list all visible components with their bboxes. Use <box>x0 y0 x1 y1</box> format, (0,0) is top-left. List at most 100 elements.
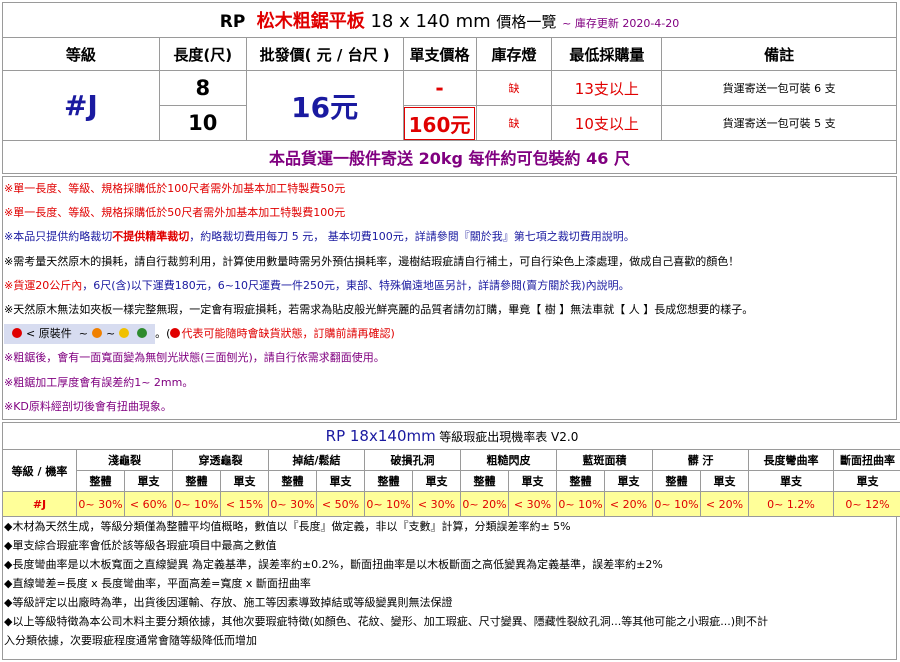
defect-value: 0~ 10% <box>172 491 221 517</box>
defect-title-suffix: 等級瑕疵出現機率表 V2.0 <box>439 430 579 444</box>
product-dimensions: 18 x 140 mm <box>370 11 491 32</box>
min-qty-cell: 10支以上 <box>551 105 663 141</box>
yellow-dot-icon <box>119 328 130 339</box>
column-headers: 等級 長度(尺) 批發價( 元 / 台尺 ) 單支價格 庫存燈 最低採購量 備註 <box>2 37 897 71</box>
product-name: 松木粗鋸平板 <box>256 11 365 32</box>
shipping-note: 本品貨運一般件寄送 20kg 每件約可包裝約 46 尺 <box>2 140 897 174</box>
footnote-line: 入分類依據，次要瑕疵程度通常會隨等級降低而增加 <box>4 634 257 647</box>
defect-value: < 30% <box>412 491 461 517</box>
sub-header-whole: 整體 <box>76 470 125 492</box>
unit-price-cell: - <box>402 70 477 106</box>
sub-header-single: 單支 <box>412 470 461 492</box>
defect-category: 斷面扭曲率 <box>833 449 900 471</box>
defect-category: 髒 汙 <box>652 449 749 471</box>
defect-value-row: #J 0~ 30% < 60% 0~ 10% < 15% 0~ 30% < 50… <box>2 491 900 517</box>
defect-row-label: 等級 / 機率 <box>2 449 77 492</box>
title-suffix: 價格一覽 <box>496 13 557 31</box>
col-header-wholesale: 批發價( 元 / 台尺 ) <box>245 37 404 71</box>
defect-category: 掉結/鬆結 <box>268 449 365 471</box>
note-text: ※本品只提供約略裁切 <box>4 230 113 244</box>
note-line: ※天然原木無法如夾板一樣完整無瑕，一定會有瑕疵損耗，若需求為貼皮般光鮮亮麗的品質… <box>4 302 754 316</box>
sub-header-single: 單支 <box>604 470 653 492</box>
legend-tilde: ~ <box>78 327 88 341</box>
defect-value: < 20% <box>604 491 653 517</box>
defect-table-title: RP 18x140mm 等級瑕疵出現機率表 V2.0 <box>2 422 900 450</box>
note-line: ※需考量天然原木的損耗，請自行裁剪利用，計算使用數量時需另外預估損耗率，邊樹結瑕… <box>4 254 740 268</box>
defect-category: 穿透龜裂 <box>172 449 269 471</box>
defect-table: RP 18x140mm 等級瑕疵出現機率表 V2.0 等級 / 機率 淺龜裂 穿… <box>2 422 900 517</box>
sub-header-single: 單支 <box>833 470 900 492</box>
defect-value: 0~ 10% <box>652 491 701 517</box>
sub-header-single: 單支 <box>748 470 834 492</box>
defect-value: 0~ 10% <box>556 491 605 517</box>
update-date: ~ 庫存更新 2020-4-20 <box>562 17 680 30</box>
note-line: ※粗鋸加工厚度會有誤差約1~ 2mm。 <box>4 375 194 389</box>
red-dot-icon <box>170 328 181 339</box>
note-line: ※貨運20公斤內，6尺(含)以下運費180元，6~10尺運費一件250元，東部、… <box>3 274 896 298</box>
defect-value: 0~ 10% <box>364 491 413 517</box>
note-line: ※本品只提供約略裁切不提供精準裁切，約略裁切費用每刀 5 元， 基本切費100元… <box>3 225 896 249</box>
grade-cell: #J <box>2 70 160 141</box>
price-table: RP 松木粗鋸平板 18 x 140 mm 價格一覽 ~ 庫存更新 2020-4… <box>2 2 897 174</box>
length-cell: 8 <box>158 70 247 106</box>
remark-cell: 貨運寄送一包可裝 6 支 <box>661 70 897 106</box>
footnote-line: ◆直線彎差=長度 x 長度彎曲率，平面高差=寬度 x 斷面扭曲率 <box>4 577 311 590</box>
min-qty-cell: 13支以上 <box>551 70 663 106</box>
defect-value: < 30% <box>508 491 557 517</box>
defect-value: < 50% <box>316 491 365 517</box>
note-line: ※單一長度、等級、規格採購低於100尺者需外加基本加工特製費50元 <box>4 182 346 195</box>
defect-value: < 20% <box>700 491 749 517</box>
footnote-line: ◆單支綜合瑕疵率會低於該等級各瑕疵項目中最高之數值 <box>4 539 277 552</box>
sub-header-whole: 整體 <box>556 470 605 492</box>
sub-header-single: 單支 <box>316 470 365 492</box>
footnote-line: ◆以上等級特徵為本公司木料主要分類依據，其他次要瑕疵特徵(如顏色、花紋、變形、加… <box>4 615 769 628</box>
notes-panel: ※單一長度、等級、規格採購低於100尺者需外加基本加工特製費50元 ※單一長度、… <box>2 176 897 420</box>
stock-status: 缺 <box>475 105 553 141</box>
footnote-line: ◆木材為天然生成，等級分類僅為整體平均值概略，數值以『長度』做定義，非以『支數』… <box>4 520 571 533</box>
sub-header-single: 單支 <box>700 470 749 492</box>
page-title: RP 松木粗鋸平板 18 x 140 mm 價格一覽 ~ 庫存更新 2020-4… <box>2 2 897 38</box>
length-cell: 10 <box>158 105 247 141</box>
stock-legend: < 原裝件 ~ ~ 。( 代表可能隨時會缺貨狀態，訂購前請再確認) <box>3 322 896 346</box>
defect-value: 0~ 1.2% <box>748 491 834 517</box>
note-emphasis: ※貨運20公斤內 <box>4 278 83 292</box>
table-row: #J 8 16元 - 缺 13支以上 貨運寄送一包可裝 6 支 <box>2 70 897 141</box>
defect-subheader-row: 整體 單支 整體 單支 整體 單支 整體 單支 整體 單支 整體 單支 整體 單… <box>3 470 900 492</box>
legend-tilde: ~ <box>105 327 116 341</box>
footnotes-panel: ◆木材為天然生成，等級分類僅為整體平均值概略，數值以『長度』做定義，非以『支數』… <box>2 516 897 660</box>
defect-category: 粗糙閃皮 <box>460 449 557 471</box>
legend-text: 代表可能隨時會缺貨狀態，訂購前請再確認) <box>181 327 395 341</box>
col-header-length: 長度(尺) <box>158 37 247 71</box>
note-line: ※粗鋸後，會有一面寬面變為無刨光狀態(三面刨光)，請自行依需求翻面使用。 <box>4 351 385 365</box>
col-header-grade: 等級 <box>2 37 160 71</box>
col-header-min-qty: 最低採購量 <box>551 37 663 71</box>
defect-value: 0~ 20% <box>460 491 509 517</box>
sub-header-whole: 整體 <box>172 470 221 492</box>
note-text: ，6尺(含)以下運費180元，6~10尺運費一件250元，東部、特殊偏遠地區另計… <box>82 278 630 292</box>
stock-legend-box: < 原裝件 ~ ~ <box>4 324 156 345</box>
col-header-stock: 庫存燈 <box>475 37 553 71</box>
legend-label: < 原裝件 <box>26 327 72 341</box>
defect-value: < 60% <box>124 491 173 517</box>
col-header-remark: 備註 <box>661 37 897 71</box>
defect-value: < 15% <box>220 491 269 517</box>
sub-header-single: 單支 <box>508 470 557 492</box>
col-header-unit-price: 單支價格 <box>402 37 477 71</box>
sub-header-single: 單支 <box>220 470 269 492</box>
sub-header-whole: 整體 <box>652 470 701 492</box>
defect-category-row: 等級 / 機率 淺龜裂 穿透龜裂 掉結/鬆結 破損孔洞 粗糙閃皮 藍斑面積 髒 … <box>2 449 900 492</box>
defect-category: 淺龜裂 <box>76 449 173 471</box>
sub-header-single: 單支 <box>124 470 173 492</box>
brand-label: RP <box>219 12 246 32</box>
legend-text: 。( <box>155 327 171 341</box>
note-line: ※單一長度、等級、規格採購低於50尺者需外加基本加工特製費100元 <box>4 206 346 220</box>
sub-header-whole: 整體 <box>364 470 413 492</box>
orange-dot-icon <box>91 328 102 339</box>
unit-price-cell: 160元 <box>402 105 477 141</box>
defect-value: 0~ 12% <box>833 491 900 517</box>
defect-grade: #J <box>2 491 77 517</box>
sub-header-whole: 整體 <box>268 470 317 492</box>
footnote-line: ◆等級評定以出廠時為準，出貨後因運輸、存放、施工等因素導致掉結或等級變異則無法保… <box>4 596 453 609</box>
red-dot-icon <box>12 328 22 339</box>
remark-cell: 貨運寄送一包可裝 5 支 <box>661 105 897 141</box>
